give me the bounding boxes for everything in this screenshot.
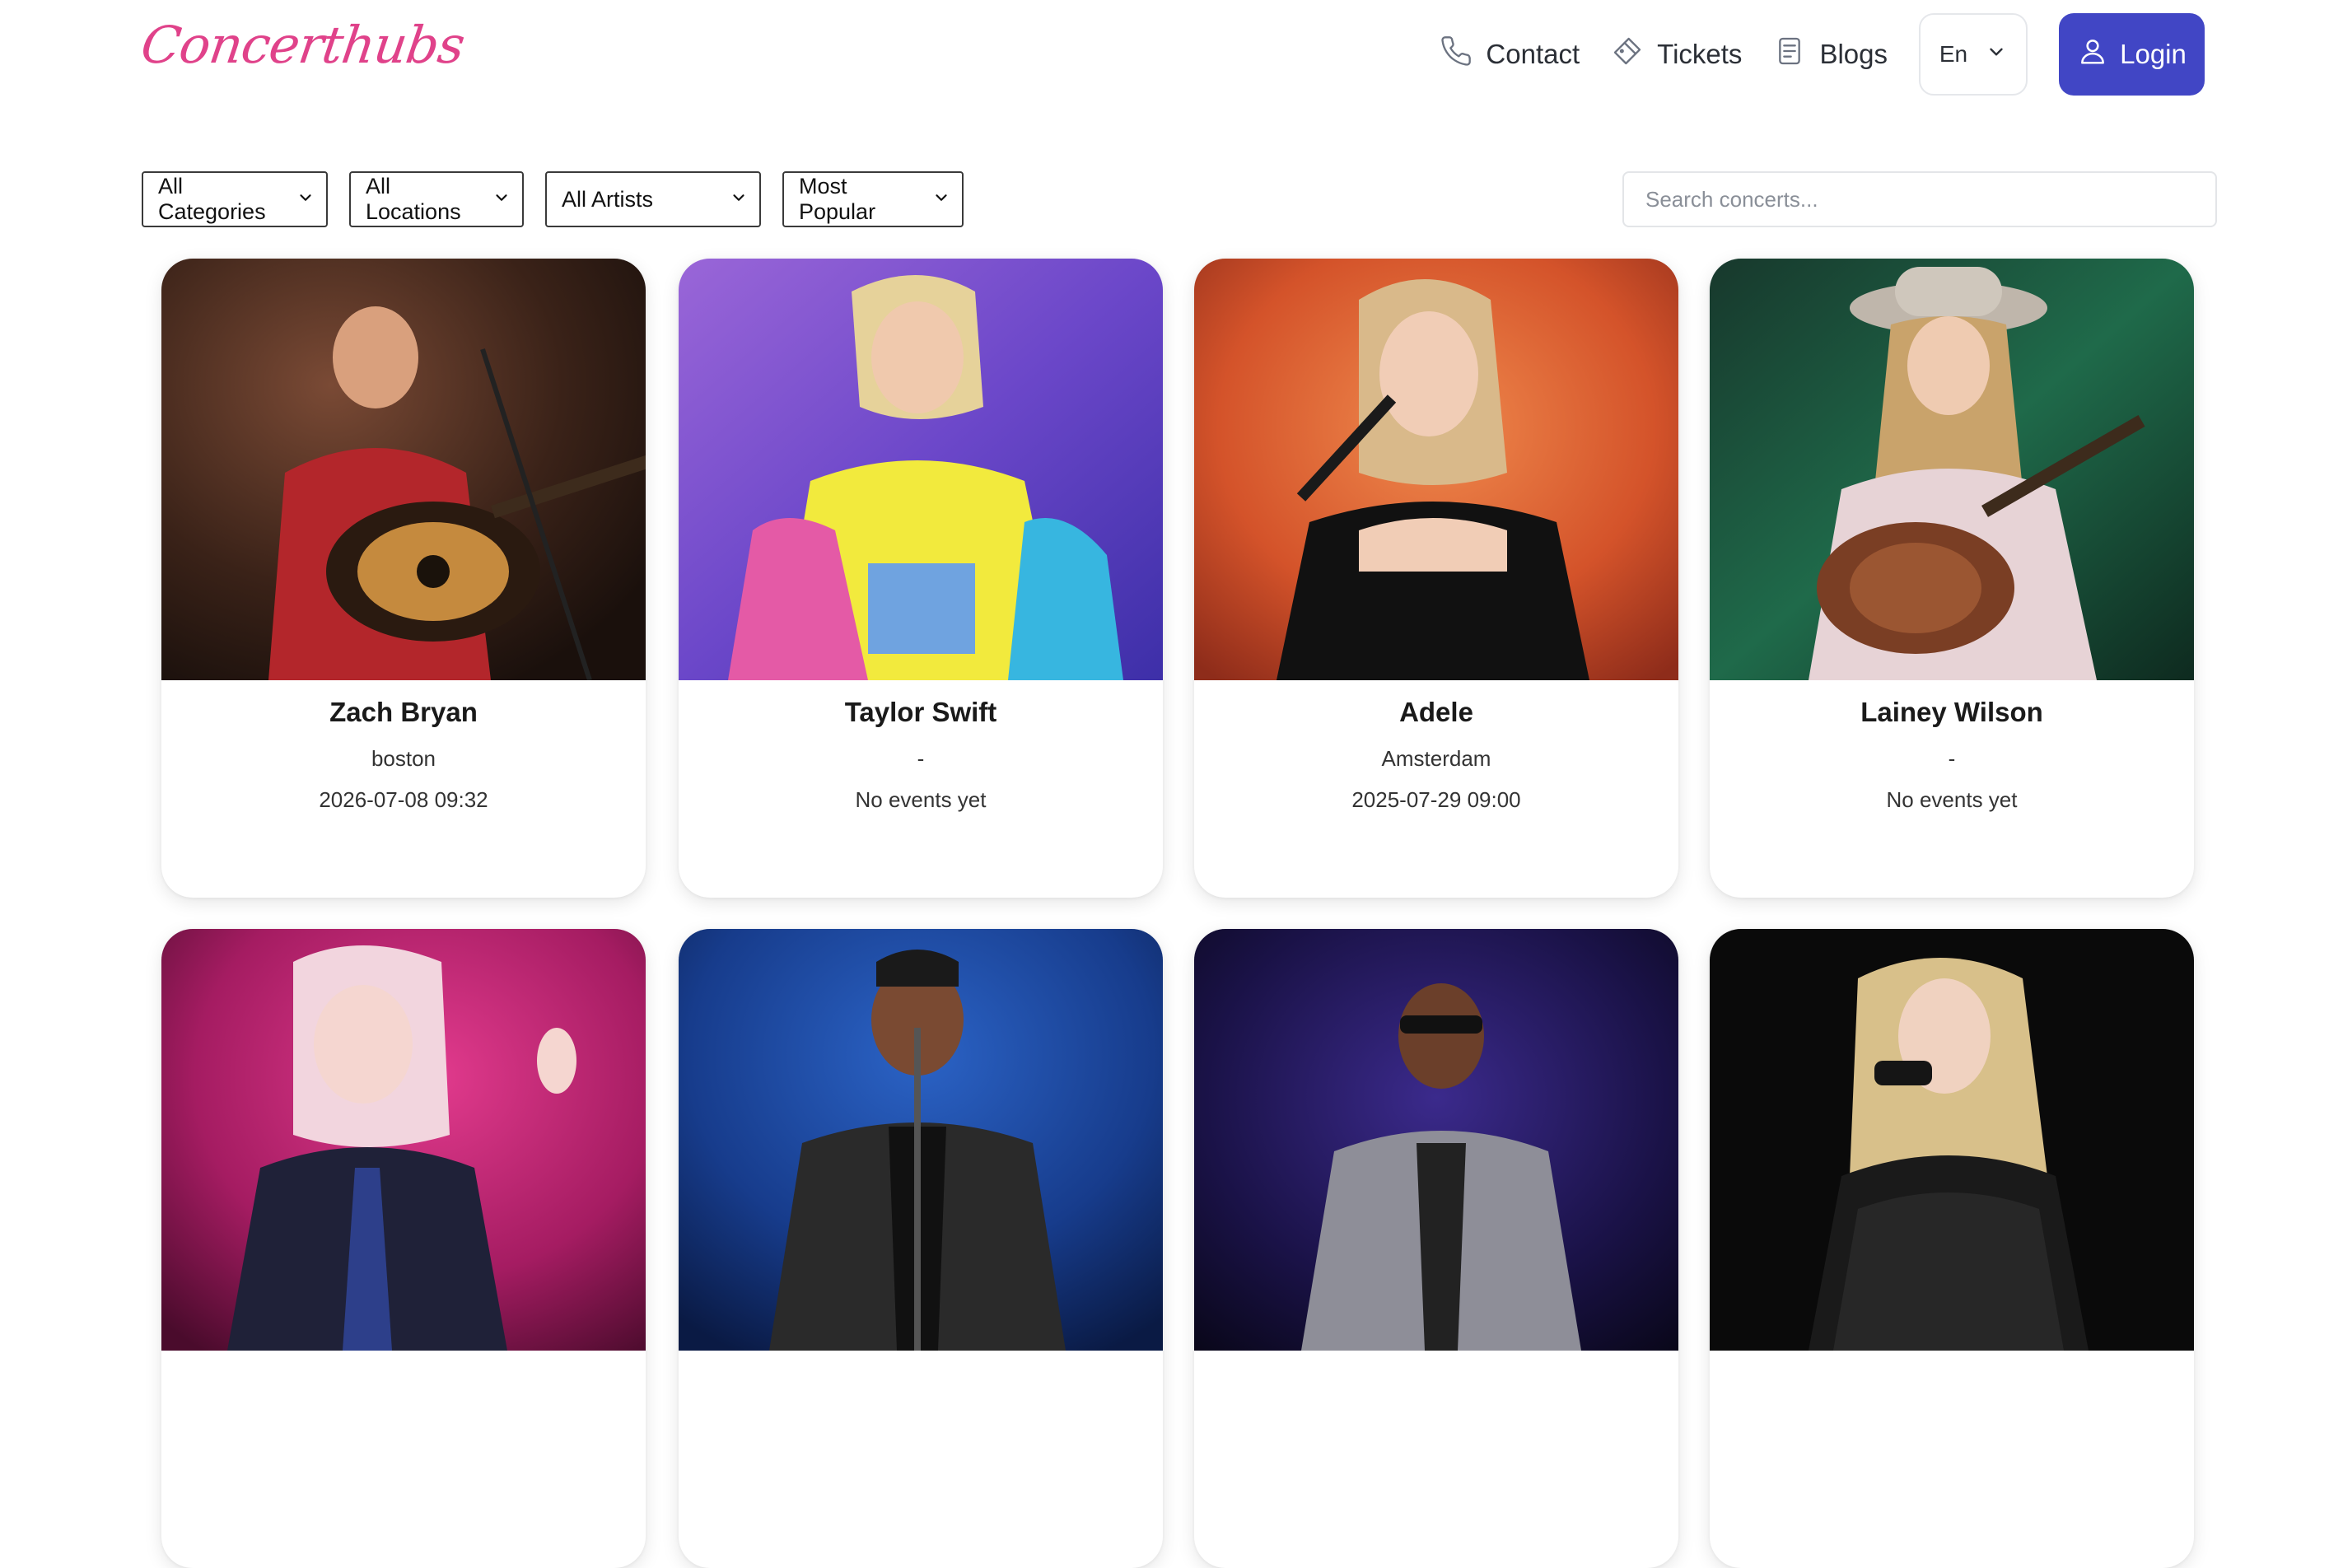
chevron-down-icon	[922, 187, 950, 212]
concert-card[interactable]: Adele Amsterdam 2025-07-29 09:00	[1194, 259, 1678, 898]
concert-location: -	[1948, 746, 1956, 771]
nav-blogs[interactable]: Blogs	[1773, 35, 1888, 74]
login-label: Login	[2120, 39, 2187, 69]
login-button[interactable]: Login	[2059, 13, 2205, 96]
artist-photo	[1194, 259, 1678, 680]
location-select-value: All Locations	[366, 174, 461, 224]
nav-tickets[interactable]: Tickets	[1611, 35, 1742, 74]
site-header: Concerthubs Contact Tickets Blogs En Log…	[0, 0, 2343, 115]
artist-photo	[1194, 929, 1678, 1351]
language-label: En	[1939, 41, 1968, 67]
artist-name: Lainey Wilson	[1860, 697, 2043, 727]
search-input[interactable]	[1622, 171, 2217, 227]
sort-select-value: Most Popular	[799, 174, 876, 224]
sort-select[interactable]: Most Popular	[782, 171, 964, 227]
artist-name: Adele	[1399, 697, 1473, 727]
nav-tickets-label: Tickets	[1657, 39, 1743, 69]
concert-date: 2026-07-08 09:32	[319, 787, 488, 812]
concert-date: No events yet	[855, 787, 987, 812]
concert-card[interactable]	[161, 929, 646, 1568]
artist-photo	[1710, 929, 2194, 1351]
filter-bar: All Categories All Locations All Artists…	[142, 171, 964, 227]
concert-card[interactable]	[1710, 929, 2194, 1568]
artist-name: Taylor Swift	[844, 697, 997, 727]
concert-location: -	[917, 746, 925, 771]
artist-photo	[161, 929, 646, 1351]
category-select[interactable]: All Categories	[142, 171, 328, 227]
nav-blogs-label: Blogs	[1819, 39, 1888, 69]
chevron-down-icon	[287, 187, 315, 212]
ticket-icon	[1611, 35, 1644, 74]
nav-contact[interactable]: Contact	[1440, 35, 1580, 74]
concert-location: Amsterdam	[1381, 746, 1491, 771]
concert-card[interactable]: Taylor Swift - No events yet	[679, 259, 1163, 898]
concert-date: 2025-07-29 09:00	[1351, 787, 1521, 812]
artist-photo	[679, 259, 1163, 680]
chevron-down-icon	[483, 187, 511, 212]
main-nav: Contact Tickets Blogs En Login	[1440, 13, 2205, 96]
location-select[interactable]: All Locations	[349, 171, 524, 227]
user-icon	[2077, 35, 2108, 73]
artist-name: Zach Bryan	[329, 697, 478, 727]
artist-photo	[161, 259, 646, 680]
chevron-down-icon	[720, 187, 748, 212]
site-logo[interactable]: Concerthubs	[138, 15, 468, 75]
chevron-down-icon	[1986, 41, 2007, 68]
category-select-value: All Categories	[158, 174, 266, 224]
artist-photo	[679, 929, 1163, 1351]
phone-icon	[1440, 35, 1473, 74]
concert-card[interactable]	[1194, 929, 1678, 1568]
nav-contact-label: Contact	[1486, 39, 1580, 69]
language-selector[interactable]: En	[1919, 13, 2028, 96]
concert-card[interactable]: Lainey Wilson - No events yet	[1710, 259, 2194, 898]
artist-select[interactable]: All Artists	[545, 171, 761, 227]
artist-select-value: All Artists	[562, 186, 654, 212]
concert-card[interactable]: Zach Bryan boston 2026-07-08 09:32	[161, 259, 646, 898]
artist-photo	[1710, 259, 2194, 680]
concert-location: boston	[371, 746, 436, 771]
concert-card[interactable]	[679, 929, 1163, 1568]
document-icon	[1773, 35, 1806, 74]
concert-date: No events yet	[1886, 787, 2018, 812]
